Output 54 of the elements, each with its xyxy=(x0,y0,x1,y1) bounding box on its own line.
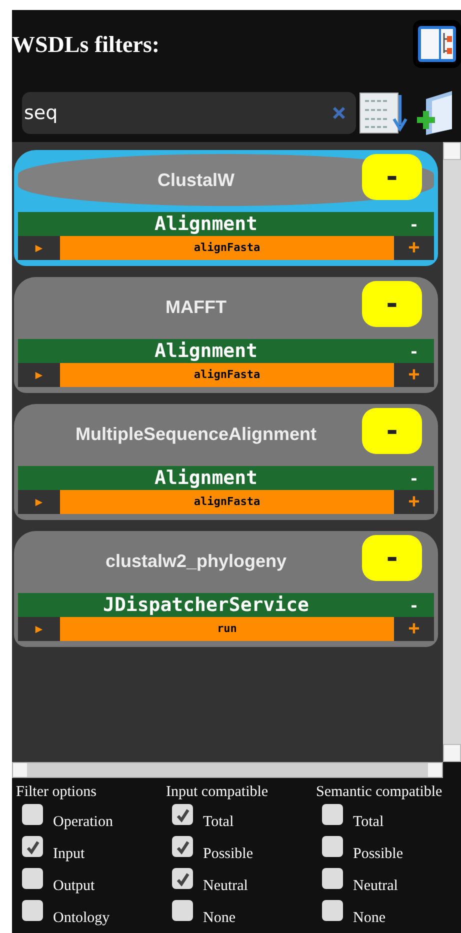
operation-name[interactable]: alignFasta xyxy=(60,363,394,387)
checkbox-label: Neutral xyxy=(353,878,398,895)
column-heading: Filter options xyxy=(16,784,98,801)
collapse-button[interactable]: - xyxy=(362,154,422,200)
checkbox-label: Input xyxy=(53,846,85,863)
checkbox-label: Possible xyxy=(353,846,404,863)
checkbox-label: Output xyxy=(53,878,95,895)
checkbox[interactable] xyxy=(172,900,193,921)
list-download-icon[interactable] xyxy=(358,90,408,134)
service-name[interactable]: MAFFT xyxy=(146,296,226,318)
checkbox-label: Total xyxy=(353,814,384,831)
checkbox[interactable] xyxy=(22,900,43,921)
checkbox-label: Ontology xyxy=(53,910,110,927)
horizontal-scrollbar[interactable] xyxy=(12,762,443,778)
service-card[interactable]: clustalw2_phylogeny - JDispatcherService - ► run + xyxy=(14,531,438,647)
service-name[interactable]: clustalw2_phylogeny xyxy=(85,550,287,572)
checkbox[interactable] xyxy=(22,836,43,857)
interface-name[interactable]: Alignment xyxy=(18,339,394,363)
vertical-scrollbar[interactable] xyxy=(443,142,461,762)
checkbox-label: Operation xyxy=(53,814,113,831)
search-field[interactable]: seq xyxy=(22,92,356,134)
checkbox-label: None xyxy=(353,910,386,927)
interface-name[interactable]: JDispatcherService xyxy=(18,593,394,617)
operation-name[interactable]: alignFasta xyxy=(60,236,394,260)
operation-name[interactable]: alignFasta xyxy=(60,490,394,514)
checkbox[interactable] xyxy=(322,868,343,889)
checkbox[interactable] xyxy=(322,900,343,921)
checkbox[interactable] xyxy=(22,804,43,825)
checkbox[interactable] xyxy=(172,836,193,857)
column-heading: Input compatible xyxy=(166,784,270,801)
service-card[interactable]: MAFFT - Alignment - ► alignFasta + xyxy=(14,277,438,393)
column-heading: Semantic compatible xyxy=(316,784,444,801)
panel-title: WSDLs filters: xyxy=(12,32,160,58)
service-name[interactable]: ClustalW xyxy=(137,170,234,190)
checkbox[interactable] xyxy=(322,836,343,857)
operation-name[interactable]: run xyxy=(60,617,394,641)
service-card[interactable]: ClustalW - Alignment - ► alignFasta + xyxy=(14,150,438,266)
checkbox[interactable] xyxy=(172,804,193,825)
clear-icon[interactable] xyxy=(332,106,346,120)
checkbox-label: None xyxy=(203,910,236,927)
checkbox-label: Neutral xyxy=(203,878,248,895)
checkbox-label: Possible xyxy=(203,846,254,863)
checkbox-label: Total xyxy=(203,814,234,831)
service-name[interactable]: MultipleSequenceAlignment xyxy=(55,424,317,444)
checkbox[interactable] xyxy=(172,868,193,889)
collapse-button[interactable]: - xyxy=(362,535,422,581)
checkbox[interactable] xyxy=(322,804,343,825)
service-card[interactable]: MultipleSequenceAlignment - Alignment - ► alignFasta + xyxy=(14,404,438,520)
interface-name[interactable]: Alignment xyxy=(18,466,394,490)
tree-view-button[interactable] xyxy=(413,20,461,68)
collapse-button[interactable]: - xyxy=(362,281,422,327)
interface-name[interactable]: Alignment xyxy=(18,212,394,236)
collapse-button[interactable]: - xyxy=(362,408,422,454)
checkbox[interactable] xyxy=(22,868,43,889)
